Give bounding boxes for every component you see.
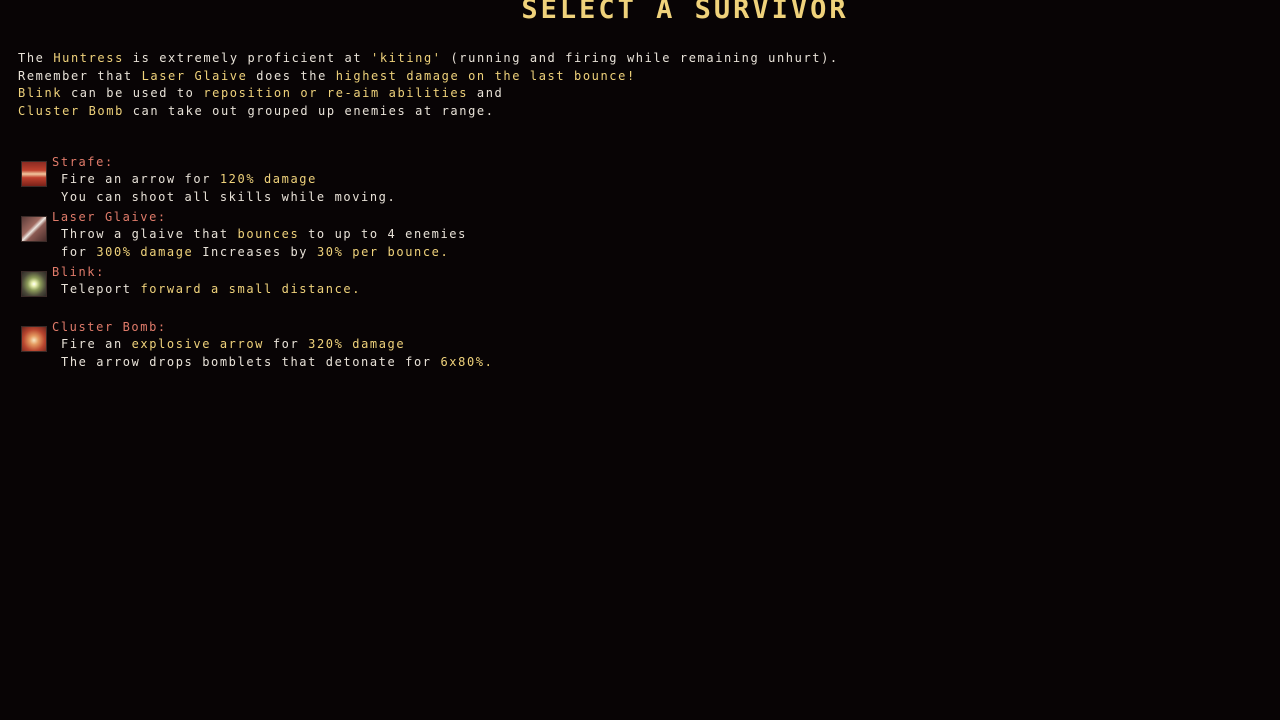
skill-text: to up to 4 enemies	[308, 227, 467, 241]
intro-text: Remember that	[18, 68, 133, 83]
cluster-bomb-icon	[21, 326, 47, 352]
intro-text: is extremely proficient at	[132, 51, 363, 65]
skill-description: Throw a glaive that bounces to up to 4 e…	[61, 226, 467, 261]
intro-line: Blink can be used to reposition or re-ai…	[18, 85, 839, 103]
skill-damage: 300% damage	[96, 244, 194, 259]
intro-text: (running and firing while remaining unhu…	[450, 51, 839, 65]
skill-name: Strafe:	[52, 155, 114, 169]
skill-highlight: explosive arrow	[131, 337, 264, 351]
survivor-name: Huntress	[53, 51, 124, 65]
skill-damage: 6x80%.	[440, 354, 494, 369]
blink-sparkle-icon	[21, 271, 47, 297]
intro-highlight: 'kiting'	[371, 51, 442, 65]
skill-name: Cluster Bomb:	[52, 320, 167, 334]
intro-line: Remember that Laser Glaive does the high…	[18, 68, 839, 86]
skill-damage: 120% damage	[219, 172, 317, 186]
skill-text: Fire an arrow for	[61, 172, 212, 186]
skill-text: Teleport	[61, 282, 132, 296]
intro-highlight: Cluster Bomb	[18, 103, 124, 118]
survivor-intro: The Huntress is extremely proficient at …	[18, 50, 839, 120]
skill-damage: 320% damage	[308, 337, 406, 351]
intro-text: can take out grouped up enemies at range…	[132, 103, 495, 118]
intro-highlight: Laser Glaive	[141, 68, 248, 83]
intro-highlight: reposition or re-aim abilities	[203, 86, 469, 100]
intro-text: does the	[256, 68, 327, 83]
skill-highlight: forward a small distance.	[140, 282, 362, 296]
skill-name: Laser Glaive:	[52, 210, 167, 224]
skill-highlight: bounces	[237, 227, 300, 241]
skill-text: The arrow drops bomblets that detonate f…	[61, 354, 432, 369]
laser-glaive-icon	[21, 216, 47, 242]
skill-highlight: 30% per bounce.	[316, 244, 450, 259]
skill-text: Fire an	[61, 337, 123, 351]
intro-line: The Huntress is extremely proficient at …	[18, 50, 839, 68]
skill-text: Increases by	[202, 244, 309, 259]
intro-highlight: Blink	[18, 86, 63, 100]
intro-highlight: highest damage on the last bounce!	[335, 68, 636, 83]
skill-description: Fire an arrow for 120% damage You can sh…	[61, 171, 396, 206]
page-title: SELECT A SURVIVOR	[521, 0, 849, 25]
intro-line: Cluster Bomb can take out grouped up ene…	[18, 103, 839, 121]
intro-text: The	[18, 51, 45, 65]
skill-text: for	[61, 244, 88, 259]
skill-text: Throw a glaive that	[61, 227, 229, 241]
skill-name: Blink:	[52, 265, 105, 279]
skill-description: Teleport forward a small distance.	[61, 281, 361, 299]
skill-text: You can shoot all skills while moving.	[61, 189, 397, 204]
intro-text: and	[476, 86, 504, 100]
intro-text: can be used to	[70, 86, 195, 100]
skill-text: for	[272, 337, 300, 351]
strafe-arrow-icon	[21, 161, 47, 187]
skill-description: Fire an explosive arrow for 320% damage …	[61, 336, 493, 371]
